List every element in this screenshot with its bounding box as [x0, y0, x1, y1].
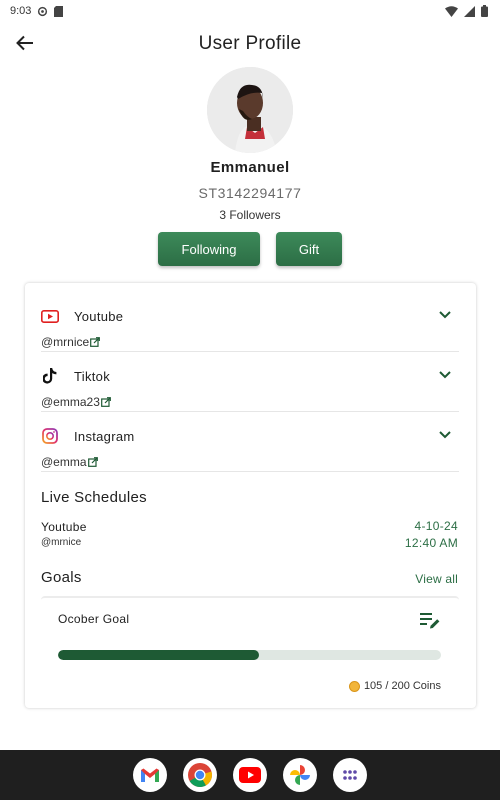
goal-progress-bar [58, 650, 441, 660]
back-button[interactable] [12, 30, 38, 56]
youtube-app-icon[interactable] [233, 758, 267, 792]
avatar [207, 67, 293, 153]
goal-coins-label: 105 / 200 Coins [363, 680, 441, 692]
social-row-tiktok[interactable]: Tiktok @emma23 [41, 352, 459, 412]
status-left: 9:03 [10, 5, 64, 17]
schedule-platform: Youtube [41, 520, 87, 534]
social-row-header: Instagram [41, 428, 459, 444]
chevron-down-icon[interactable] [437, 366, 453, 382]
social-platform-name: Youtube [74, 308, 124, 324]
battery-icon [481, 5, 488, 17]
app-header: User Profile [0, 26, 500, 62]
wifi-icon [445, 5, 458, 17]
external-link-icon [90, 337, 101, 347]
social-row-header: Tiktok [41, 368, 459, 384]
live-schedules-title: Live Schedules [41, 489, 147, 506]
youtube-icon [41, 308, 59, 324]
social-row-header: Youtube [41, 308, 459, 324]
chrome-icon[interactable] [183, 758, 217, 792]
goals-title: Goals [41, 569, 82, 586]
photos-icon[interactable] [283, 758, 317, 792]
following-button[interactable]: Following [158, 232, 260, 266]
social-handle: @emma23 [41, 395, 100, 409]
schedule-handle: @mrnice [41, 537, 82, 548]
profile-id: ST3142294177 [198, 185, 302, 201]
profile-photo [207, 67, 293, 153]
social-row-youtube[interactable]: Youtube @mrnice [41, 292, 459, 352]
sd-card-icon [54, 5, 64, 17]
profile-name: Emmanuel [210, 159, 290, 176]
arrow-left-icon [16, 35, 33, 51]
settings-icon [38, 6, 48, 16]
goal-progress-fill [58, 650, 260, 660]
social-handle: @emma [41, 455, 87, 469]
signal-icon [464, 5, 475, 17]
social-platform-name: Instagram [74, 428, 135, 444]
goal-name: Ocober Goal [58, 612, 130, 626]
followers-count: 3 Followers [219, 208, 281, 222]
goal-card[interactable]: Ocober Goal 105 / 200 Coins [41, 596, 459, 706]
page-title: User Profile [198, 33, 302, 54]
external-link-icon [100, 397, 111, 407]
instagram-icon [41, 428, 59, 444]
profile-details-card: Youtube @mrnice Tiktok @emma23 Instagram [25, 283, 476, 708]
chevron-down-icon[interactable] [437, 306, 453, 322]
schedule-time: 12:40 AM [404, 536, 458, 550]
app-dock [0, 750, 500, 800]
gmail-icon[interactable] [133, 758, 167, 792]
edit-list-icon[interactable] [419, 611, 441, 631]
goal-coins: 105 / 200 Coins [348, 680, 441, 692]
coin-icon [348, 680, 360, 692]
external-link-icon [87, 457, 98, 467]
chevron-down-icon[interactable] [437, 426, 453, 442]
view-all-goals-link[interactable]: View all [415, 572, 458, 586]
schedule-date: 4-10-24 [414, 519, 458, 533]
social-handle-link[interactable]: @emma [41, 455, 98, 469]
social-platform-name: Tiktok [74, 368, 110, 384]
tiktok-icon [41, 368, 59, 384]
app-drawer-icon[interactable] [333, 758, 367, 792]
social-handle-link[interactable]: @mrnice [41, 335, 101, 349]
status-bar: 9:03 [0, 0, 500, 22]
status-time: 9:03 [10, 5, 32, 17]
status-right [445, 5, 488, 17]
gift-button[interactable]: Gift [276, 232, 342, 266]
social-row-instagram[interactable]: Instagram @emma [41, 412, 459, 472]
social-handle: @mrnice [41, 335, 90, 349]
social-handle-link[interactable]: @emma23 [41, 395, 111, 409]
